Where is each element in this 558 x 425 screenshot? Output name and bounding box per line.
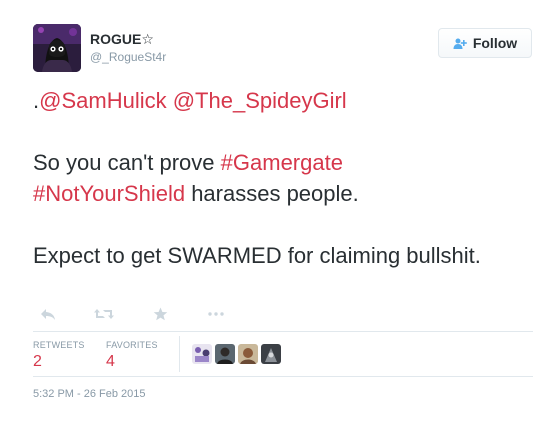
- follow-label: Follow: [472, 35, 518, 51]
- divider: [33, 331, 533, 332]
- retweets-stat[interactable]: RETWEETS 2: [33, 340, 85, 371]
- tweet-card: ROGUE☆ @_RogueSt4r Follow .@SamHulick @T…: [0, 0, 558, 425]
- reply-icon[interactable]: [37, 306, 59, 322]
- favorites-label: FAVORITES: [106, 340, 158, 350]
- display-name[interactable]: ROGUE☆: [90, 31, 154, 48]
- tweet-text-segment: So you can't prove: [33, 150, 221, 175]
- retweets-label: RETWEETS: [33, 340, 85, 350]
- favoriter-avatar[interactable]: [215, 344, 235, 364]
- favoriter-avatars: [192, 344, 281, 364]
- favoriter-avatar[interactable]: [192, 344, 212, 364]
- hashtag-notyourshield[interactable]: #NotYourShield: [33, 181, 185, 206]
- favorites-stat[interactable]: FAVORITES 4: [106, 340, 158, 371]
- screen-name[interactable]: @_RogueSt4r: [90, 50, 166, 64]
- stats-separator: [179, 336, 180, 372]
- avatar-image: [33, 24, 81, 72]
- star-icon[interactable]: [149, 306, 171, 322]
- tweet-timestamp[interactable]: 5:32 PM - 26 Feb 2015: [33, 388, 146, 400]
- favoriter-avatar[interactable]: [261, 344, 281, 364]
- divider: [33, 376, 533, 377]
- favoriter-avatar[interactable]: [238, 344, 258, 364]
- retweet-icon[interactable]: [93, 306, 115, 322]
- tweet-actions: [37, 305, 227, 323]
- profile-avatar[interactable]: [33, 24, 81, 72]
- tweet-line-final: Expect to get SWARMED for claiming bulls…: [33, 243, 481, 268]
- more-icon[interactable]: [205, 306, 227, 322]
- follow-button[interactable]: Follow: [438, 28, 532, 58]
- mention-spideygirl[interactable]: @The_SpideyGirl: [173, 88, 347, 113]
- tweet-line-mentions: .@SamHulick @The_SpideyGirl: [33, 85, 533, 116]
- favorites-count: 4: [106, 353, 115, 370]
- hashtag-gamergate[interactable]: #Gamergate: [221, 150, 343, 175]
- tweet-text: .@SamHulick @The_SpideyGirl So you can't…: [33, 85, 533, 271]
- mention-samhulick[interactable]: @SamHulick: [39, 88, 166, 113]
- tweet-text-segment: harasses people.: [185, 181, 359, 206]
- tweet-line-hashtags: So you can't prove #Gamergate #NotYourShi…: [33, 147, 533, 209]
- retweets-count: 2: [33, 353, 42, 370]
- add-user-icon: [453, 37, 467, 49]
